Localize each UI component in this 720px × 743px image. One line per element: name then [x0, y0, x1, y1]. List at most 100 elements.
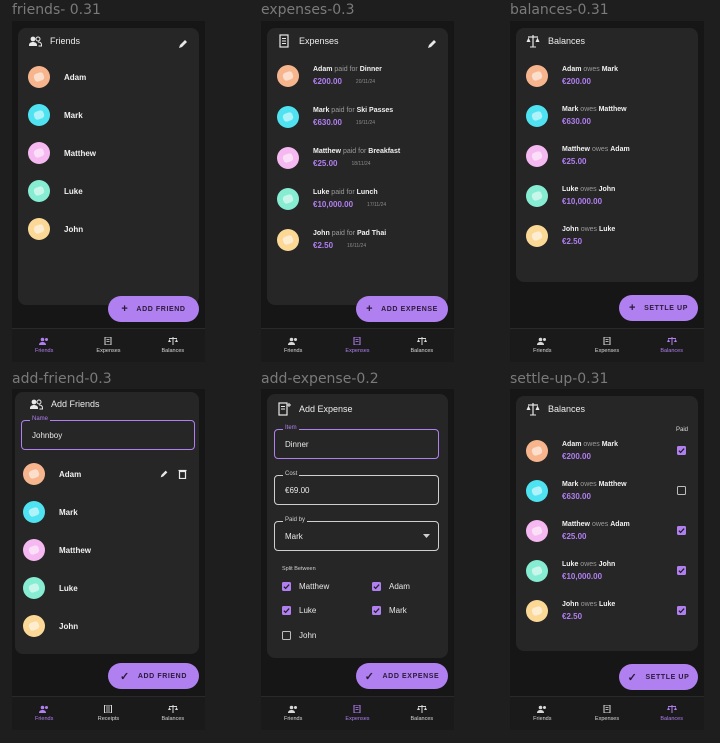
nav-friends[interactable]: Friends: [12, 329, 76, 362]
split-checkbox-row[interactable]: Adam: [372, 582, 410, 591]
paid-by-select[interactable]: Paid by Mark: [274, 517, 439, 551]
balance-amount: €2.50: [562, 237, 583, 246]
name-field-value: Johnboy: [32, 431, 63, 440]
avatar: [23, 615, 45, 637]
nav-expenses[interactable]: Expenses: [76, 329, 140, 362]
nav-receipts[interactable]: Receipts: [76, 697, 140, 730]
edit-icon[interactable]: [426, 38, 438, 50]
friend-name: Adam: [64, 72, 87, 82]
bottom-nav: Friends Expenses Balances: [261, 328, 454, 362]
friend-row[interactable]: Adam: [23, 459, 191, 489]
expense-description: Mark paid for Ski Passes: [313, 107, 393, 114]
expense-row[interactable]: John paid for Pad Thai €2.50 16/11/24: [277, 225, 438, 255]
nav-balances[interactable]: Balances: [639, 329, 704, 362]
avatar: [526, 185, 548, 207]
add-friend-button[interactable]: + ADD FRIEND: [108, 296, 199, 322]
friend-row[interactable]: Mark: [23, 497, 191, 527]
friend-row[interactable]: Mark: [28, 100, 189, 130]
split-person-name: Adam: [389, 582, 410, 591]
friend-name: Luke: [64, 186, 83, 196]
add-friend-button[interactable]: ✓ ADD FRIEND: [108, 663, 199, 689]
expense-row[interactable]: Mark paid for Ski Passes €630.00 19/11/24: [277, 102, 438, 132]
expense-row[interactable]: Matthew paid for Breakfast €25.00 18/11/24: [277, 143, 438, 173]
receipt-icon: [104, 705, 113, 713]
creditor-name: John: [598, 186, 616, 193]
settle-up-button[interactable]: + SETTLE UP: [619, 295, 698, 321]
nav-friends[interactable]: Friends: [12, 697, 76, 730]
nav-balances[interactable]: Balances: [141, 329, 205, 362]
paid-by-value: Mark: [285, 532, 303, 541]
expense-description: Adam paid for Dinner: [313, 66, 382, 73]
friend-row[interactable]: John: [28, 214, 189, 244]
checkbox[interactable]: [282, 582, 291, 591]
friend-row[interactable]: Matthew: [28, 138, 189, 168]
paid-checkbox[interactable]: [677, 526, 686, 535]
settle-up-screen: Balances Paid Adam owes Mark €200.00 Mark …: [510, 389, 704, 730]
nav-friends[interactable]: Friends: [261, 697, 325, 730]
paid-checkbox[interactable]: [677, 486, 686, 495]
nav-balances[interactable]: Balances: [390, 329, 454, 362]
nav-friends[interactable]: Friends: [510, 329, 575, 362]
checkbox[interactable]: [282, 631, 291, 640]
edit-icon[interactable]: [177, 38, 189, 50]
checkbox[interactable]: [372, 606, 381, 615]
nav-friends[interactable]: Friends: [510, 697, 575, 730]
expense-row[interactable]: Adam paid for Dinner €200.00 20/11/24: [277, 61, 438, 91]
payer-name: Matthew: [313, 148, 341, 155]
nav-balances[interactable]: Balances: [390, 697, 454, 730]
balance-description: Luke owes John: [562, 561, 615, 568]
balance-description: Adam owes Mark: [562, 66, 618, 73]
friend-row[interactable]: Luke: [23, 573, 191, 603]
cost-field[interactable]: Cost €69.00: [274, 471, 439, 505]
friend-row[interactable]: John: [23, 611, 191, 641]
avatar: [28, 218, 50, 240]
nav-expenses[interactable]: Expenses: [575, 329, 640, 362]
friend-row[interactable]: Matthew: [23, 535, 191, 565]
balances-screen: Balances Adam owes Mark €200.00 Mark owes …: [510, 21, 704, 362]
add-expense-screen: Add Expense Item Dinner Cost €69.00 Paid…: [261, 389, 454, 730]
card-title: Expenses: [299, 36, 339, 46]
paid-checkbox[interactable]: [677, 446, 686, 455]
friend-name: Matthew: [64, 148, 96, 158]
nav-expenses[interactable]: Expenses: [575, 697, 640, 730]
paid-checkbox[interactable]: [677, 606, 686, 615]
expense-row[interactable]: Luke paid for Lunch €10,000.00 17/11/24: [277, 184, 438, 214]
add-expense-button[interactable]: + ADD EXPENSE: [356, 296, 448, 322]
checkbox[interactable]: [282, 606, 291, 615]
friend-row[interactable]: Adam: [28, 62, 189, 92]
name-field[interactable]: Name Johnboy: [21, 416, 195, 450]
expense-item: Breakfast: [368, 148, 401, 155]
expense-amount: €10,000.00: [313, 200, 354, 209]
nav-expenses[interactable]: Expenses: [325, 697, 389, 730]
split-checkbox-row[interactable]: Matthew: [282, 582, 329, 591]
card-title: Friends: [50, 36, 81, 46]
settle-up-button[interactable]: ✓ SETTLE UP: [619, 664, 698, 690]
delete-icon[interactable]: [178, 469, 187, 479]
friend-row[interactable]: Luke: [28, 176, 189, 206]
balance-amount: €25.00: [562, 532, 587, 541]
split-checkbox-row[interactable]: Luke: [282, 606, 316, 615]
split-checkbox-row[interactable]: John: [282, 631, 316, 640]
add-expense-button[interactable]: ✓ ADD EXPENSE: [356, 663, 448, 689]
avatar: [28, 142, 50, 164]
bottom-nav: Friends Expenses Balances: [261, 696, 454, 730]
item-field[interactable]: Item Dinner: [274, 425, 439, 459]
friend-name: Adam: [59, 469, 82, 479]
nav-friends[interactable]: Friends: [261, 329, 325, 362]
edit-icon[interactable]: [159, 469, 169, 479]
avatar: [23, 577, 45, 599]
balance-description: Matthew owes Adam: [562, 521, 630, 528]
connector-text: owes: [580, 106, 597, 113]
nav-balances[interactable]: Balances: [141, 697, 205, 730]
expense-description: Luke paid for Lunch: [313, 189, 386, 196]
connector-text: owes: [583, 66, 600, 73]
creditor-name: Matthew: [598, 106, 627, 113]
checkbox[interactable]: [372, 582, 381, 591]
nav-expenses[interactable]: Expenses: [325, 329, 389, 362]
balance-description: John owes Luke: [562, 601, 615, 608]
settle-row: Adam owes Mark €200.00: [526, 436, 688, 466]
split-checkbox-row[interactable]: Mark: [372, 606, 407, 615]
card-header: Balances: [526, 396, 688, 422]
nav-balances[interactable]: Balances: [639, 697, 704, 730]
paid-checkbox[interactable]: [677, 566, 686, 575]
